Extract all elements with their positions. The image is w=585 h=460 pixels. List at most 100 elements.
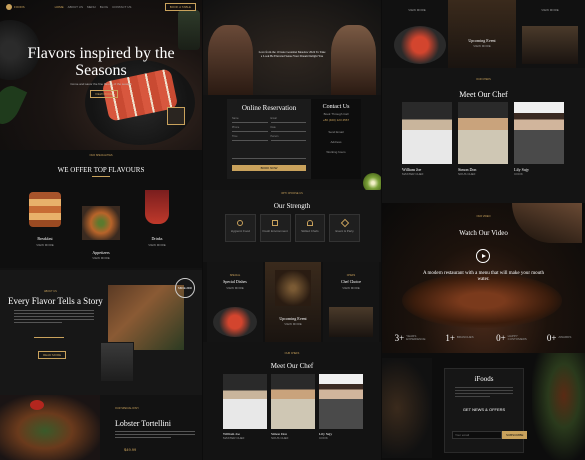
nav-about[interactable]: ABOUT US [68,5,83,9]
nav-menu-link[interactable]: MENU [87,5,96,9]
footer-food-right [532,353,585,460]
date-field[interactable]: Date [270,126,306,132]
strength-section: WHY CHOOSE US Our Strength Hygienic Food… [203,190,381,262]
chef-kicker: OUR CHEFS [476,78,491,81]
reservation-book-button[interactable]: BOOK NOW [232,165,306,171]
chef-card[interactable]: William Joe MASTER CHEF [223,374,267,440]
card-link[interactable]: VIEW MORE [448,44,516,48]
lobster-price: $49.99 [124,447,137,452]
contact-email[interactable]: Send Email [311,130,361,134]
lobster-section: OUR SPECIAL DISH Lobster Tortellini $49.… [0,395,202,460]
card-link[interactable]: VIEW MORE [392,8,442,12]
chef-title: Meet Our Chef [459,90,508,99]
stat-years: 3+ YEARS EXPERIENCE [395,333,426,343]
nav-blog[interactable]: BLOG [100,5,108,9]
flavours-kicker: OUR SPECIALITIES [89,154,113,157]
column-home-middle: Love from the 10 taste Gourmet Meadow 20… [203,0,381,460]
play-icon [481,254,486,258]
leaf-decor [0,81,28,129]
story-photo-small [100,342,134,382]
top-card-event[interactable]: Upcoming Event VIEW MORE [448,0,516,68]
appetizers-link[interactable]: VIEW MORE [80,256,122,260]
video-title: Watch Our Video [459,229,508,237]
hero-view-more-button[interactable]: VIEW MORE [90,90,118,98]
chef-role: MASTER CHEF [402,172,424,176]
chef-photo [458,102,508,164]
contact-phone[interactable]: +80 (400) 123 4567 [311,118,361,122]
reservation-section: Online Reservation Name Email Phone Date… [203,95,381,193]
card-event[interactable]: Upcoming Event VIEW MORE [265,262,321,342]
nav-contact[interactable]: CONTACT US [112,5,131,9]
person-field[interactable]: Person [270,135,306,141]
stat-label: HAPPY CUSTOMERS [507,333,527,341]
newsletter-subscribe-button[interactable]: SUBSCRIBE [502,431,528,439]
card-title: Chef Choice [340,279,362,284]
card-link[interactable]: VIEW MORE [207,286,263,290]
time-field[interactable]: Time [232,135,268,141]
story-kicker: ABOUT US [44,290,57,293]
environment-icon [272,220,279,226]
breakfast-link[interactable]: VIEW MORE [25,243,65,247]
flavour-item-breakfast[interactable]: Breakfast VIEW MORE [25,180,65,260]
card-kicker: CHEFS [346,274,356,277]
chef-photo [271,374,315,429]
email-field[interactable]: Email [270,117,306,123]
chef-card[interactable]: Lily Sujy COOK [319,374,363,440]
footer-logo[interactable]: iFoods [445,375,523,383]
logo-text[interactable]: FOODS [14,5,25,9]
strength-card: Hygienic Food [225,214,256,242]
party-icon [340,218,349,228]
contact-box: Contact Us Book Through Call +80 (400) 1… [311,99,361,179]
card-food-image [213,307,257,337]
video-kicker: OUR VIDEO [476,215,491,218]
drinks-link[interactable]: VIEW MORE [137,243,177,247]
chef-card[interactable]: Simon Don SOUS CHEF [458,102,508,176]
chef-card[interactable]: Lily Sujy COOK [514,102,564,176]
story-read-more-button[interactable]: READ MORE [38,351,67,359]
chef-photo [223,374,267,429]
stats-bar: 3+ YEARS EXPERIENCE 1+ BRANCHES 0+ HAPPY… [382,323,585,353]
stat-customers: 0+ HAPPY CUSTOMERS [496,333,527,343]
name-field[interactable]: Name [232,117,268,123]
stat-awards: 0+ AWARDS [547,333,573,343]
story-title: Every Flavor Tells a Story [8,296,103,306]
card-title: Upcoming Event [468,38,496,43]
flavours-section: OUR SPECIALITIES WE OFFER TOP FLAVOURS B… [0,150,202,268]
card-special[interactable]: SPECIAL Special Dishes VIEW MORE [207,262,263,342]
strength-label: Hygienic Food [230,229,250,233]
phone-field[interactable]: Phone [232,126,268,132]
chef-section: OUR CHEFS Meet Our Chef William Joe MAST… [203,342,381,460]
message-field[interactable] [232,145,306,159]
chef-role: SOUS CHEF [458,172,476,176]
stat-label: BRANCHES [456,335,474,340]
stat-label: AWARDS [558,335,572,340]
nav-book-button[interactable]: BOOK A TABLE [164,3,196,11]
lobster-desc [115,431,195,438]
nav-home[interactable]: HOME [55,5,64,9]
logo-icon[interactable] [6,4,12,10]
reservation-fields: Name Email Phone Date Time Person [227,112,311,141]
strength-kicker: WHY CHOOSE US [281,192,303,195]
hero-badge[interactable] [167,107,185,125]
newsletter-email-input[interactable] [452,431,502,439]
play-button[interactable] [476,249,490,263]
flavour-item-drinks[interactable]: Drinks VIEW MORE [137,180,177,260]
lobster-title: Lobster Tortellini [115,419,171,428]
flavour-item-appetizers[interactable]: Appetizers VIEW MORE [80,198,122,268]
card-link[interactable]: VIEW MORE [265,322,321,326]
lobster-image [0,395,100,460]
nav-menu: HOME ABOUT US MENU BLOG CONTACT US [55,5,132,9]
card-chef-choice[interactable]: CHEFS Chef Choice VIEW MORE [323,262,379,342]
chef-card[interactable]: Simon Don SOUS CHEF [271,374,315,440]
top-card-chef [522,26,578,64]
card-link[interactable]: VIEW MORE [323,286,379,290]
chef-hat-icon [306,220,313,226]
video-tagline: A modern restaurant with a menu that wil… [422,271,545,282]
contact-hours: Working hours [326,150,346,154]
footer-food-left [382,358,432,458]
chef-card[interactable]: William Joe MASTER CHEF [402,102,452,176]
card-link[interactable]: VIEW MORE [522,8,578,12]
chef-role: COOK [319,436,328,440]
page: FOODS HOME ABOUT US MENU BLOG CONTACT US… [0,0,585,460]
contact-sub: Book Through Call [323,112,349,116]
